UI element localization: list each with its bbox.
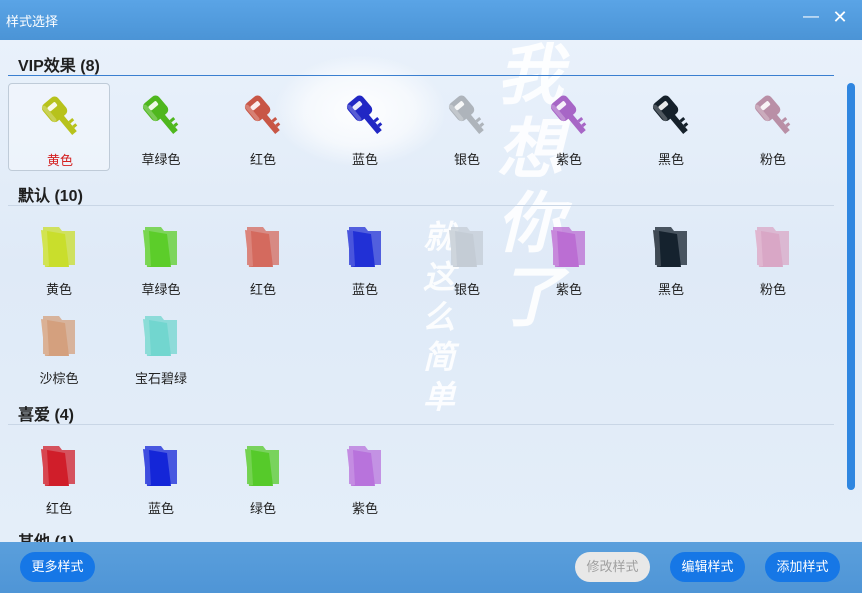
folder-icon — [443, 221, 493, 271]
key-icon — [545, 91, 595, 141]
style-label: 紫色 — [351, 501, 378, 516]
key-icon — [341, 91, 391, 141]
section-title: 喜爱 (4) — [18, 407, 75, 424]
style-label: 草绿色 — [141, 152, 181, 167]
style-label: 银色 — [453, 282, 480, 297]
style-tile[interactable]: 红色 — [212, 83, 314, 171]
style-tile[interactable]: 红色 — [212, 213, 314, 301]
style-label: 黑色 — [657, 282, 684, 297]
style-tile[interactable]: 沙棕色 — [8, 302, 110, 390]
style-label: 粉色 — [759, 152, 786, 167]
close-button[interactable]: ✕ — [830, 8, 850, 28]
style-tile[interactable]: 粉色 — [722, 83, 824, 171]
section-title: VIP效果 (8) — [18, 58, 100, 75]
style-tile[interactable]: 黑色 — [620, 83, 722, 171]
key-icon — [36, 92, 86, 142]
style-tile[interactable]: 草绿色 — [110, 213, 212, 301]
style-tile[interactable]: 黄色 — [8, 213, 110, 301]
key-icon — [137, 91, 187, 141]
style-label: 黄色 — [46, 153, 73, 168]
style-tile[interactable]: 紫色 — [518, 83, 620, 171]
style-label: 紫色 — [555, 152, 582, 167]
style-tile[interactable]: 蓝色 — [314, 213, 416, 301]
section-title: 默认 (10) — [18, 188, 83, 205]
key-icon — [749, 91, 799, 141]
style-label: 红色 — [45, 501, 72, 516]
style-tile[interactable]: 宝石碧绿 — [110, 302, 212, 390]
folder-icon — [137, 310, 187, 360]
style-label: 绿色 — [249, 501, 276, 516]
folder-icon — [35, 310, 85, 360]
folder-icon — [749, 221, 799, 271]
style-tile[interactable]: 黑色 — [620, 213, 722, 301]
style-label: 银色 — [453, 152, 480, 167]
folder-icon — [545, 221, 595, 271]
section-divider — [8, 424, 834, 425]
footer-bar: 更多样式 修改样式 编辑样式 添加样式 — [0, 542, 862, 593]
style-tile[interactable]: 银色 — [416, 213, 518, 301]
section-divider — [8, 75, 834, 76]
modify-style-button[interactable]: 修改样式 — [575, 552, 650, 582]
style-label: 红色 — [249, 152, 276, 167]
style-label: 蓝色 — [351, 282, 378, 297]
style-tile[interactable]: 黄色 — [8, 83, 110, 171]
title-bar: 样式选择 — ✕ — [0, 0, 862, 40]
style-label: 黄色 — [45, 282, 72, 297]
folder-icon — [341, 221, 391, 271]
style-tile[interactable]: 紫色 — [314, 432, 416, 520]
folder-icon — [239, 440, 289, 490]
more-styles-button[interactable]: 更多样式 — [20, 552, 95, 582]
style-tile[interactable]: 绿色 — [212, 432, 314, 520]
folder-icon — [137, 221, 187, 271]
folder-icon — [35, 440, 85, 490]
folder-icon — [239, 221, 289, 271]
folder-icon — [35, 221, 85, 271]
key-icon — [647, 91, 697, 141]
key-icon — [443, 91, 493, 141]
section-title: 其他 (1) — [18, 528, 74, 542]
folder-icon — [341, 440, 391, 490]
edit-style-button[interactable]: 编辑样式 — [670, 552, 745, 582]
key-icon — [239, 91, 289, 141]
style-label: 宝石碧绿 — [134, 371, 187, 386]
section-divider — [8, 205, 834, 206]
style-label: 粉色 — [759, 282, 786, 297]
style-label: 黑色 — [657, 152, 684, 167]
folder-icon — [647, 221, 697, 271]
style-label: 草绿色 — [141, 282, 181, 297]
scrollbar[interactable] — [847, 83, 855, 490]
add-style-button[interactable]: 添加样式 — [765, 552, 840, 582]
style-tile[interactable]: 银色 — [416, 83, 518, 171]
style-label: 沙棕色 — [39, 371, 79, 386]
style-tile[interactable]: 草绿色 — [110, 83, 212, 171]
style-list-panel: 我想你了 就这么简单 VIP效果 (8) 默认 (10) 喜爱 (4) 其他 (… — [0, 40, 862, 542]
window-title: 样式选择 — [6, 14, 59, 29]
style-label: 红色 — [249, 282, 276, 297]
style-label: 蓝色 — [351, 152, 378, 167]
style-tile[interactable]: 蓝色 — [314, 83, 416, 171]
style-tile[interactable]: 紫色 — [518, 213, 620, 301]
style-tile[interactable]: 红色 — [8, 432, 110, 520]
style-label: 蓝色 — [147, 501, 174, 516]
folder-icon — [137, 440, 187, 490]
style-label: 紫色 — [555, 282, 582, 297]
style-tile[interactable]: 蓝色 — [110, 432, 212, 520]
minimize-button[interactable]: — — [801, 8, 821, 28]
style-tile[interactable]: 粉色 — [722, 213, 824, 301]
